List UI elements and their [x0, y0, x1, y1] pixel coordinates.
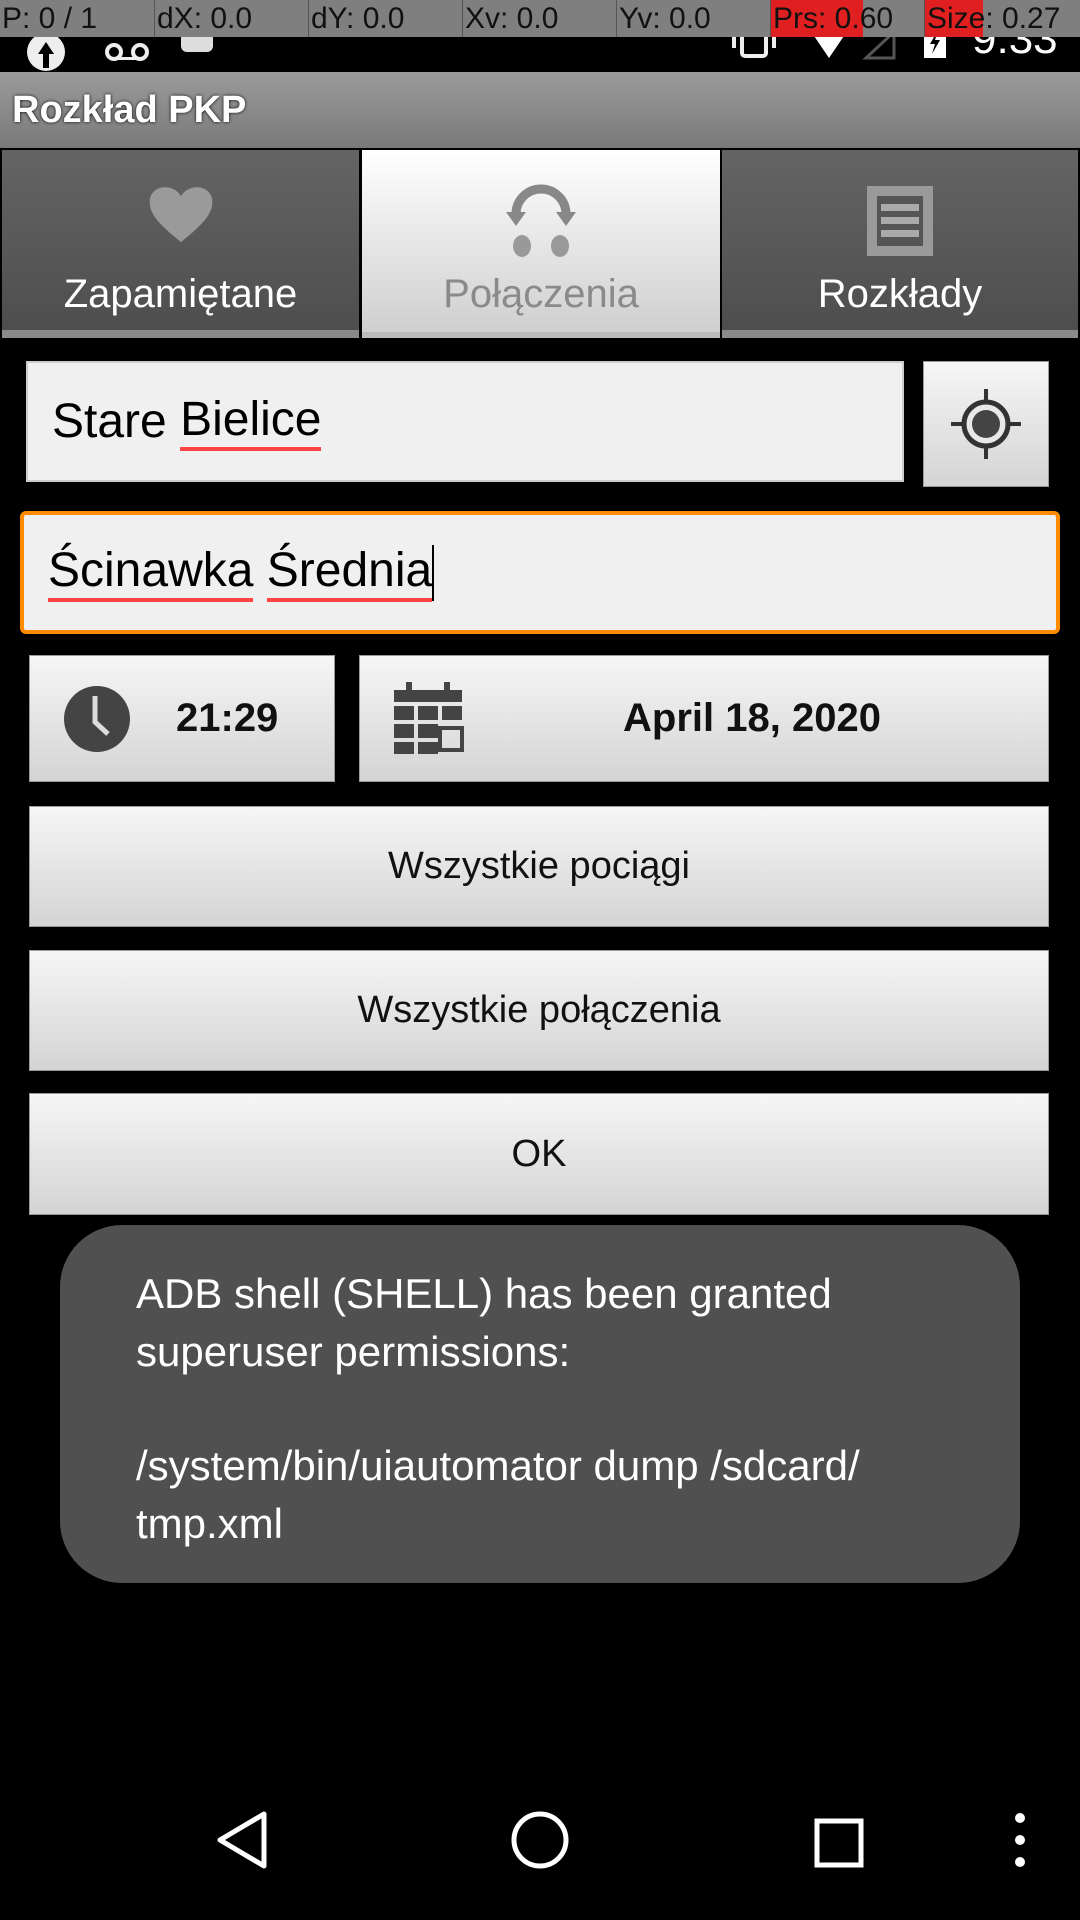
- recents-icon[interactable]: [814, 1818, 866, 1868]
- overlay-yv: Yv: 0.0: [616, 0, 770, 37]
- locate-button[interactable]: [923, 361, 1049, 487]
- overlay-pointer: P: 0 / 1: [2, 2, 98, 35]
- overlay-xv: Xv: 0.0: [462, 0, 616, 37]
- back-icon[interactable]: [214, 1810, 270, 1870]
- toast-line: /system/bin/uiautomator dump /sdcard/: [136, 1442, 860, 1489]
- to-word-2: Średnia: [266, 543, 433, 602]
- connections-icon: [506, 184, 576, 257]
- tab-label: Rozkłady: [817, 272, 983, 316]
- overlay-size: Size: 0.27: [924, 0, 1078, 37]
- location-crosshair-icon: [951, 389, 1021, 459]
- from-word: Stare: [52, 395, 181, 448]
- clock-icon: [64, 685, 130, 752]
- heart-icon: [149, 187, 212, 242]
- timetable-icon: [867, 186, 933, 256]
- menu-dots-icon[interactable]: [1010, 1810, 1030, 1870]
- voicemail-icon: [105, 43, 149, 61]
- toast-line: tmp.xml: [136, 1500, 283, 1547]
- date-value: April 18, 2020: [623, 696, 881, 740]
- ok-button[interactable]: OK: [29, 1093, 1049, 1215]
- toast-line: superuser permissions:: [136, 1328, 571, 1375]
- overlay-dy: dY: 0.0: [308, 0, 462, 37]
- pointer-location-overlay: P: 0 / 1 dX: 0.0 dY: 0.0 Xv: 0.0 Yv: 0.0…: [0, 0, 1080, 37]
- calendar-icon: [394, 682, 464, 754]
- time-value: 21:29: [176, 696, 279, 740]
- to-word-1: Ścinawka: [48, 543, 254, 602]
- superuser-toast: ADB shell (SHELL) has been granted super…: [60, 1225, 1020, 1583]
- to-space: [253, 545, 266, 600]
- from-word-misspelled: Bielice: [180, 392, 322, 451]
- toast-line: ADB shell (SHELL) has been granted: [136, 1270, 832, 1317]
- all-trains-button[interactable]: Wszystkie pociągi: [29, 806, 1049, 927]
- home-icon[interactable]: [510, 1810, 570, 1870]
- all-connections-button[interactable]: Wszystkie połączenia: [29, 950, 1049, 1071]
- text-cursor: [432, 544, 435, 601]
- tab-label: Zapamiętane: [63, 272, 298, 316]
- overlay-dx: dX: 0.0: [154, 0, 308, 37]
- tab-zapamietane[interactable]: Zapamiętane: [2, 150, 359, 338]
- notification-icon: [27, 33, 65, 71]
- tab-rozklady[interactable]: Rozkłady: [722, 150, 1078, 338]
- to-station-input[interactable]: Ścinawka Średnia: [20, 511, 1060, 634]
- app-title: Rozkład PKP: [0, 72, 1080, 148]
- date-button[interactable]: April 18, 2020: [359, 655, 1049, 782]
- from-station-input[interactable]: Stare Bielice: [26, 361, 904, 482]
- tab-polaczenia[interactable]: Połączenia: [362, 150, 720, 338]
- overlay-pressure: Prs: 0.60: [770, 0, 924, 37]
- time-button[interactable]: 21:29: [29, 655, 335, 782]
- tab-label: Połączenia: [443, 272, 639, 316]
